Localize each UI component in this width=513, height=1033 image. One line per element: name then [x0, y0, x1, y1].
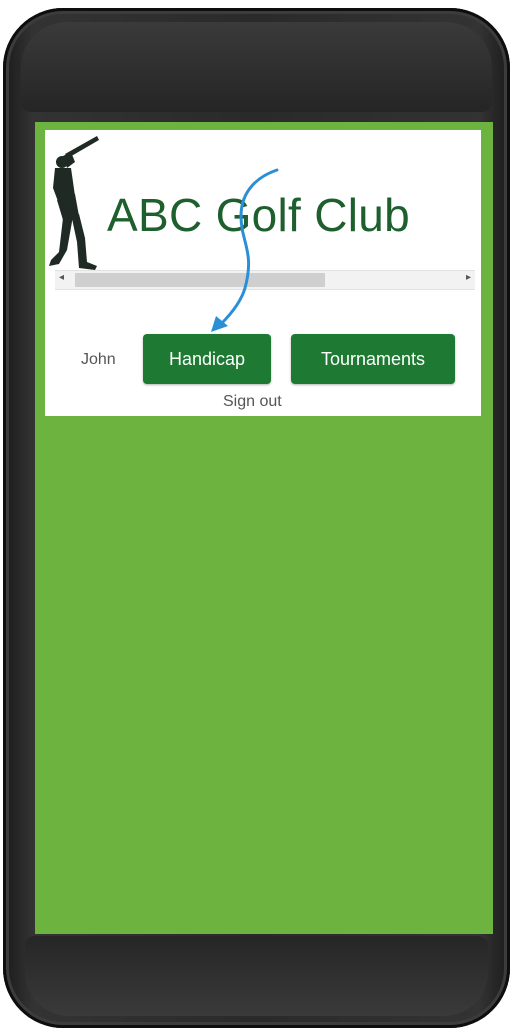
user-name: John	[81, 351, 116, 368]
page-title: ABC Golf Club	[107, 189, 411, 241]
scroll-right-arrow-icon[interactable]: ▸	[466, 272, 471, 283]
screen: ABC Golf Club ◂ ▸ John Handicap Tourname…	[35, 122, 493, 934]
handicap-button[interactable]: Handicap	[143, 334, 271, 384]
phone-frame: ABC Golf Club ◂ ▸ John Handicap Tourname…	[3, 8, 510, 1028]
scroll-left-arrow-icon[interactable]: ◂	[59, 272, 64, 283]
sign-out-link[interactable]: Sign out	[223, 393, 282, 411]
tournaments-button[interactable]: Tournaments	[291, 334, 455, 384]
scrollbar-thumb[interactable]	[75, 273, 325, 287]
horizontal-scrollbar[interactable]: ◂ ▸	[55, 270, 475, 290]
golfer-silhouette-icon	[49, 136, 99, 270]
app-page: ABC Golf Club ◂ ▸ John Handicap Tourname…	[45, 130, 481, 416]
